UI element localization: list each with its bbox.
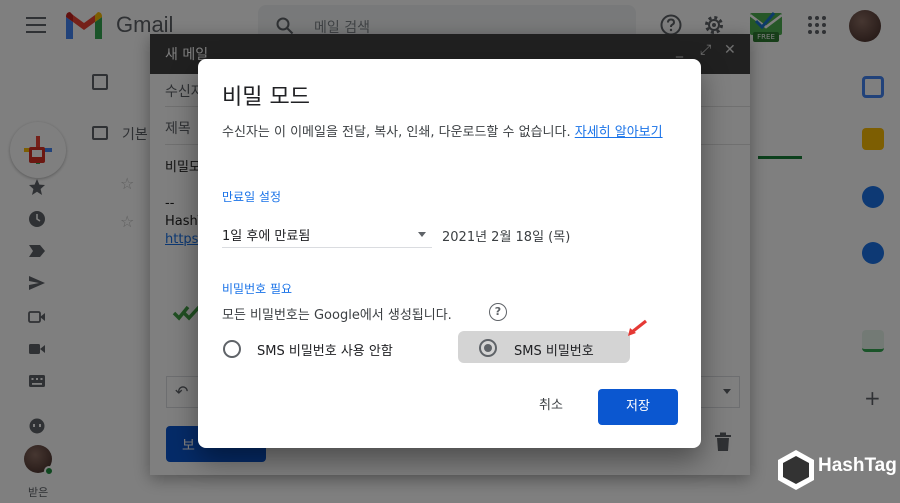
save-button[interactable]: 저장 bbox=[598, 389, 678, 425]
password-section-label: 비밀번호 필요 bbox=[222, 282, 293, 296]
no-sms-option-label[interactable]: SMS 비밀번호 사용 안함 bbox=[257, 340, 393, 359]
sms-option-label[interactable]: SMS 비밀번호 bbox=[514, 340, 594, 359]
chevron-down-icon[interactable] bbox=[418, 232, 426, 237]
dialog-description: 수신자는 이 이메일을 전달, 복사, 인쇄, 다운로드할 수 없습니다. 자세… bbox=[222, 122, 682, 143]
description-text: 수신자는 이 이메일을 전달, 복사, 인쇄, 다운로드할 수 없습니다. bbox=[222, 125, 571, 140]
confidential-mode-dialog: 비밀 모드 수신자는 이 이메일을 전달, 복사, 인쇄, 다운로드할 수 없습… bbox=[198, 59, 701, 448]
expiry-dropdown[interactable]: 1일 후에 만료됨 bbox=[222, 222, 432, 248]
password-note: 모든 비밀번호는 Google에서 생성됩니다. bbox=[222, 308, 452, 323]
sms-password-radio[interactable] bbox=[479, 339, 497, 357]
help-circle-icon[interactable]: ? bbox=[489, 303, 507, 321]
dialog-title: 비밀 모드 bbox=[222, 85, 310, 110]
cancel-button[interactable]: 취소 bbox=[521, 391, 581, 421]
learn-more-link[interactable]: 자세히 알아보기 bbox=[575, 125, 663, 140]
watermark-text: HashTag bbox=[818, 455, 897, 476]
no-sms-radio[interactable] bbox=[223, 340, 241, 358]
annotation-arrow-icon bbox=[628, 319, 647, 336]
expiry-section-label: 만료일 설정 bbox=[222, 190, 282, 204]
expiry-date-text: 2021년 2월 18일 (목) bbox=[442, 230, 571, 245]
